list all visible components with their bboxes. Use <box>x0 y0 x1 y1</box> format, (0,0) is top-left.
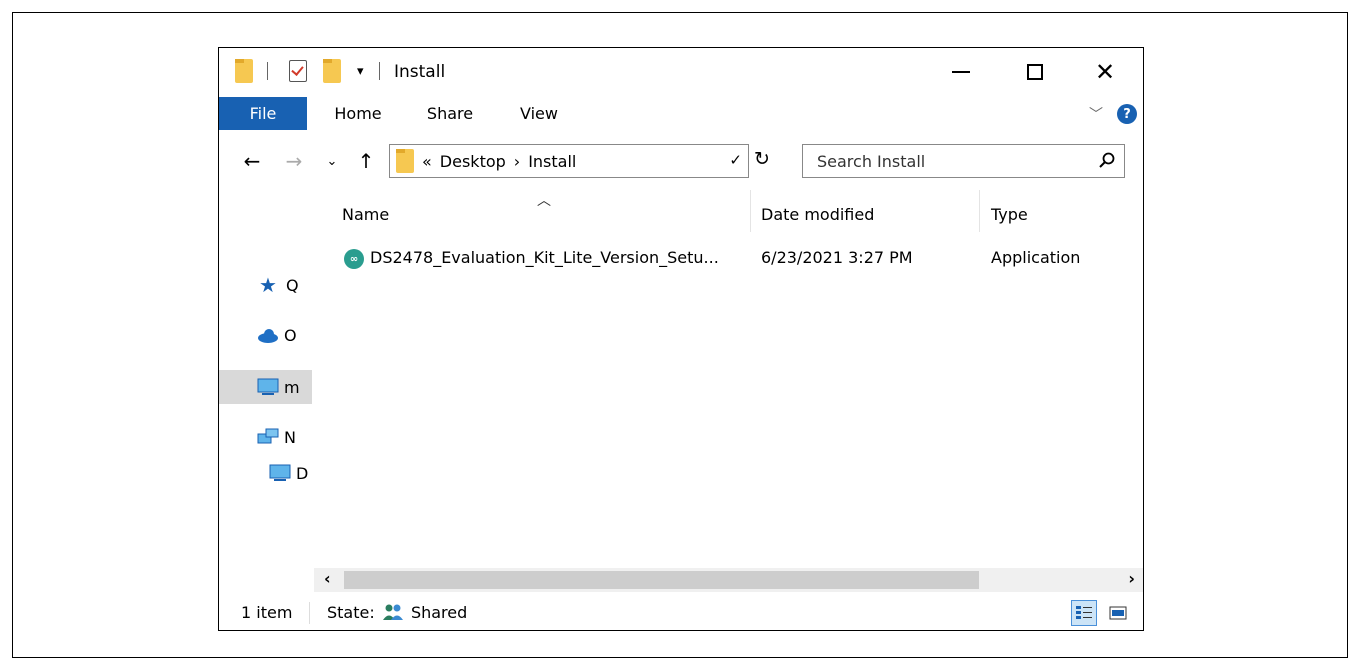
item-count: 1 item <box>241 603 293 622</box>
refresh-icon[interactable]: ↻ <box>754 148 770 170</box>
search-placeholder: Search Install <box>817 151 926 171</box>
explorer-window: ▾ Install ✕ File Home Share View ﹀ ? ← →… <box>218 47 1144 631</box>
tab-home[interactable]: Home <box>323 97 393 130</box>
sort-ascending-icon: ︿ <box>537 193 551 209</box>
sidebar-item-label: D <box>296 463 309 483</box>
file-date: 6/23/2021 3:27 PM <box>761 248 913 267</box>
state-label: State: <box>327 603 375 622</box>
help-icon[interactable]: ? <box>1117 104 1137 124</box>
new-folder-icon[interactable] <box>323 57 341 85</box>
state-text: State: Shared <box>327 603 467 622</box>
folder-icon <box>396 149 414 173</box>
status-bar: 1 item State: Shared <box>219 596 1143 630</box>
column-header-name[interactable]: Name <box>342 200 389 228</box>
forward-button[interactable]: → <box>279 146 309 176</box>
sidebar-item-this-pc[interactable]: m <box>219 370 312 404</box>
navigation-pane: ★ Q O m N D <box>219 186 312 602</box>
recent-locations-button[interactable]: ⌄ <box>323 146 341 176</box>
shared-users-icon <box>382 604 403 620</box>
table-row[interactable]: ∞ DS2478_Evaluation_Kit_Lite_Version_Set… <box>314 244 1143 274</box>
minimize-icon <box>952 71 970 73</box>
qa-separator <box>267 57 268 85</box>
cloud-icon <box>258 329 278 343</box>
tab-file[interactable]: File <box>219 97 307 130</box>
state-value: Shared <box>410 603 468 622</box>
column-divider[interactable] <box>750 190 751 232</box>
tab-view[interactable]: View <box>507 97 571 130</box>
address-bar[interactable]: « Desktop › Install ✓ <box>389 144 749 178</box>
status-divider <box>309 602 310 624</box>
properties-icon[interactable] <box>289 57 307 85</box>
details-view-icon <box>1076 606 1092 619</box>
sidebar-item-label: O <box>284 325 297 345</box>
horizontal-scrollbar[interactable]: ‹ › <box>314 568 1143 592</box>
scroll-right-icon[interactable]: › <box>1128 569 1135 588</box>
breadcrumb-desktop[interactable]: Desktop <box>440 152 506 171</box>
minimize-button[interactable] <box>931 53 991 91</box>
large-icons-view-icon <box>1109 606 1127 620</box>
column-divider[interactable] <box>979 190 980 232</box>
close-button[interactable]: ✕ <box>1075 53 1135 91</box>
network-icon <box>257 428 279 444</box>
navigation-bar: ← → ⌄ ↑ « Desktop › Install ✓ ↻ Search I… <box>219 142 1143 182</box>
file-list: ︿ Name Date modified Type ∞ DS2478_Evalu… <box>314 186 1143 602</box>
search-box[interactable]: Search Install <box>802 144 1125 178</box>
sidebar-item-onedrive[interactable]: O <box>219 318 312 352</box>
close-icon: ✕ <box>1094 58 1116 86</box>
window-title: Install <box>394 62 446 82</box>
computer-icon <box>269 464 291 481</box>
address-dropdown-icon[interactable]: ✓ <box>729 151 742 169</box>
computer-icon <box>257 378 279 395</box>
breadcrumb-overflow[interactable]: « <box>422 152 432 171</box>
large-icons-view-button[interactable] <box>1105 600 1131 626</box>
title-separator <box>379 57 380 85</box>
sidebar-item-label: Q <box>286 275 299 295</box>
details-view-button[interactable] <box>1071 600 1097 626</box>
expand-ribbon-icon[interactable]: ﹀ <box>1089 104 1103 124</box>
file-name: DS2478_Evaluation_Kit_Lite_Version_Setu.… <box>370 248 719 267</box>
back-button[interactable]: ← <box>237 146 267 176</box>
folder-icon <box>235 57 253 85</box>
ribbon: File Home Share View ﹀ ? <box>219 97 1143 135</box>
scrollbar-thumb[interactable] <box>344 571 979 589</box>
star-icon: ★ <box>259 273 277 297</box>
sidebar-item-label: N <box>284 427 296 447</box>
column-header-date[interactable]: Date modified <box>761 200 874 228</box>
breadcrumb-separator[interactable]: › <box>514 152 520 171</box>
application-icon: ∞ <box>344 249 364 269</box>
maximize-icon <box>1027 64 1043 80</box>
breadcrumb-install[interactable]: Install <box>528 152 576 171</box>
sidebar-item-quick-access[interactable]: ★ Q <box>219 268 312 302</box>
sidebar-item-desktop[interactable]: D <box>219 456 312 490</box>
customize-quick-access-button[interactable]: ▾ <box>357 57 364 85</box>
title-bar: ▾ Install ✕ <box>219 48 1143 96</box>
tab-share[interactable]: Share <box>415 97 485 130</box>
column-header-type[interactable]: Type <box>991 200 1028 228</box>
maximize-button[interactable] <box>1005 53 1065 91</box>
file-type: Application <box>991 248 1081 267</box>
up-button[interactable]: ↑ <box>353 146 379 176</box>
sidebar-item-network[interactable]: N <box>219 420 312 454</box>
search-icon[interactable] <box>1098 151 1116 169</box>
scroll-left-icon[interactable]: ‹ <box>324 569 331 588</box>
sidebar-item-label: m <box>284 377 300 397</box>
